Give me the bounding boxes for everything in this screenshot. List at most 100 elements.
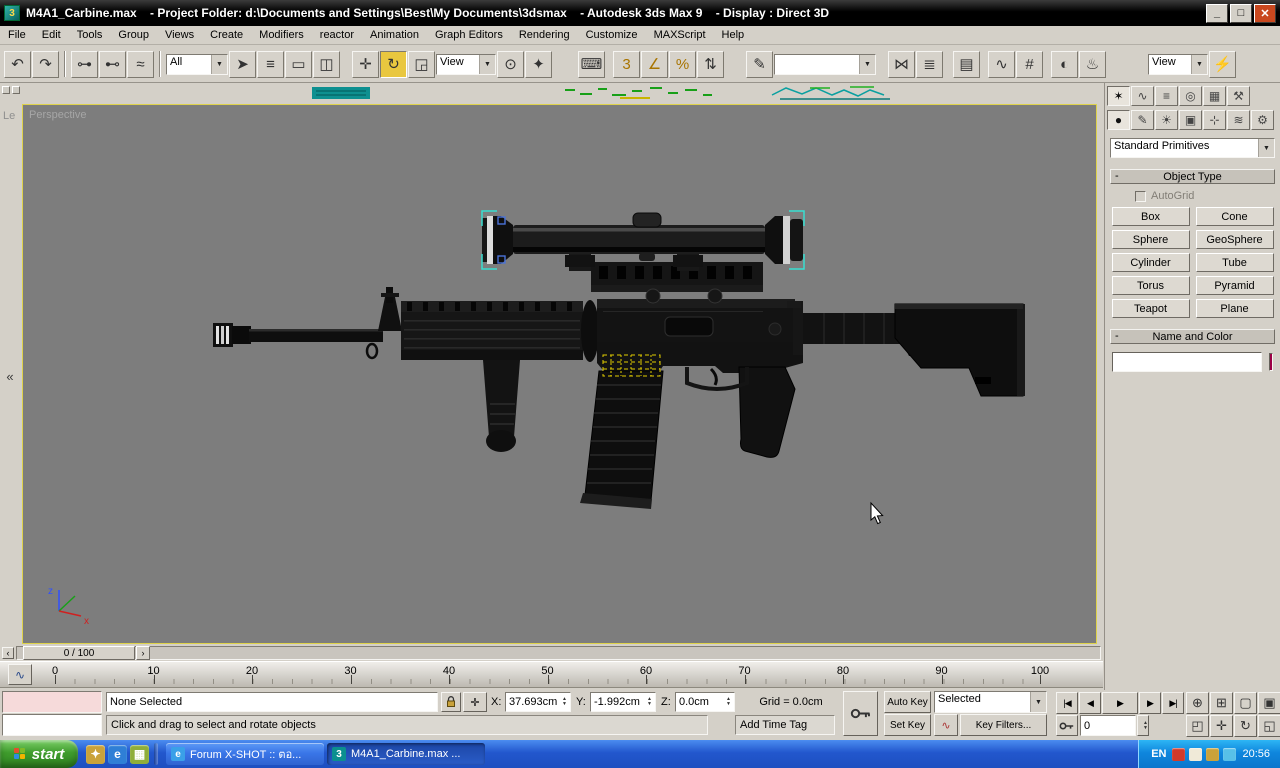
tray-icon-2[interactable]	[1189, 747, 1203, 761]
select-and-move-button[interactable]: ✛	[352, 50, 379, 78]
y-coord-field[interactable]: -1.992cm ▲ ▼	[590, 692, 656, 712]
tray-icon-4[interactable]	[1223, 747, 1237, 761]
name-color-rollout[interactable]: - Name and Color	[1110, 329, 1275, 344]
redo-button[interactable]: ↷	[32, 50, 59, 78]
select-by-name-button[interactable]: ≡	[257, 50, 284, 78]
category-helpers[interactable]: ⊹	[1203, 110, 1226, 130]
object-name-input[interactable]	[1112, 352, 1262, 372]
tab-hierarchy[interactable]: ≡	[1155, 86, 1178, 106]
selection-lock-toggle[interactable]	[441, 692, 461, 712]
object-type-teapot[interactable]: Teapot	[1111, 299, 1190, 318]
chevron-down-icon[interactable]: ▼	[1030, 692, 1046, 712]
tab-display[interactable]: ▦	[1203, 86, 1226, 106]
undo-button[interactable]: ↶	[4, 50, 31, 78]
arc-rotate-button[interactable]: ↻	[1234, 715, 1257, 737]
time-slider-left-arrow[interactable]: ‹	[2, 647, 14, 659]
window-crossing-toggle[interactable]: ◫	[313, 50, 340, 78]
object-type-cylinder[interactable]: Cylinder	[1111, 253, 1190, 272]
material-editor-button[interactable]: ◐	[1051, 50, 1078, 78]
viewport-canvas[interactable]: z x	[23, 105, 1098, 645]
field-of-view-button[interactable]: ◰	[1186, 715, 1209, 737]
rectangular-selection-button[interactable]: ▭	[285, 50, 312, 78]
auto-key-toggle[interactable]: Auto Key	[884, 691, 931, 713]
quick-render-button[interactable]: ⚡	[1209, 50, 1236, 78]
named-selection-dropdown[interactable]: ▼	[774, 53, 876, 75]
align-button[interactable]: ≣	[916, 50, 943, 78]
quick-launch-item-1[interactable]: ✦	[86, 744, 105, 764]
category-geometry[interactable]: ●	[1107, 110, 1130, 130]
render-scene-button[interactable]: ♨	[1079, 50, 1106, 78]
mini-curve-editor-button[interactable]: ∿	[8, 664, 32, 685]
menu-item-views[interactable]: Views	[157, 27, 202, 43]
go-to-start-button[interactable]: |◀	[1056, 692, 1078, 714]
snaps-toggle-3d[interactable]: 3	[613, 50, 640, 78]
viewport-label[interactable]: Perspective	[29, 109, 86, 121]
category-shapes[interactable]: ✎	[1131, 110, 1154, 130]
render-type-dropdown[interactable]: View ▼	[1148, 53, 1208, 75]
close-button[interactable]: ✕	[1254, 3, 1276, 23]
key-mode-toggle-button[interactable]	[1056, 715, 1078, 736]
set-key-toggle[interactable]: Set Key	[884, 714, 931, 736]
menu-item-rendering[interactable]: Rendering	[511, 27, 578, 43]
layer-manager-button[interactable]: ▤	[953, 50, 980, 78]
m4a1-model[interactable]	[213, 212, 1025, 509]
object-type-rollout[interactable]: - Object Type	[1110, 169, 1275, 184]
menu-item-customize[interactable]: Customize	[578, 27, 646, 43]
chevron-down-icon[interactable]: ▼	[1258, 139, 1274, 157]
time-slider-track[interactable]	[16, 646, 1101, 660]
key-filter-curve-toggle[interactable]: ∿	[934, 714, 958, 736]
object-type-plane[interactable]: Plane	[1195, 299, 1274, 318]
time-slider-handle[interactable]: 0 / 100	[23, 646, 135, 660]
menu-item-graph-editors[interactable]: Graph Editors	[427, 27, 511, 43]
select-object-button[interactable]: ➤	[229, 50, 256, 78]
unlink-selection-button[interactable]: ⊷	[99, 50, 126, 78]
menu-item-tools[interactable]: Tools	[69, 27, 111, 43]
spinner-snap-toggle[interactable]: ⇅	[697, 50, 724, 78]
menu-item-group[interactable]: Group	[110, 27, 157, 43]
object-type-geosphere[interactable]: GeoSphere	[1195, 230, 1274, 249]
object-type-box[interactable]: Box	[1111, 207, 1190, 226]
menu-item-modifiers[interactable]: Modifiers	[251, 27, 312, 43]
maxscript-listener-top[interactable]	[2, 691, 102, 713]
next-frame-button[interactable]: ▶	[1139, 692, 1161, 714]
menu-item-file[interactable]: File	[0, 27, 34, 43]
category-lights[interactable]: ☀	[1155, 110, 1178, 130]
tab-utilities[interactable]: ⚒	[1227, 86, 1250, 106]
tab-create[interactable]: ✶	[1107, 86, 1130, 106]
current-frame-field[interactable]: 0	[1080, 715, 1136, 736]
reference-coordinate-dropdown[interactable]: View ▼	[436, 53, 496, 75]
task-forum-xshot[interactable]: e Forum X-SHOT :: ตอ...	[166, 743, 324, 765]
autogrid-checkbox[interactable]	[1135, 190, 1146, 202]
z-coord-field[interactable]: 0.0cm ▲ ▼	[675, 692, 735, 712]
tray-icon-1[interactable]	[1172, 747, 1186, 761]
transform-typein-toggle[interactable]: ✛	[463, 692, 487, 712]
zoom-extents-button[interactable]: ▢	[1234, 692, 1257, 714]
menu-item-create[interactable]: Create	[202, 27, 251, 43]
menu-item-edit[interactable]: Edit	[34, 27, 69, 43]
quick-launch-item-3[interactable]: ▦	[130, 744, 149, 764]
schematic-view-button[interactable]: #	[1016, 50, 1043, 78]
category-cameras[interactable]: ▣	[1179, 110, 1202, 130]
play-button[interactable]: ▶	[1102, 692, 1138, 714]
tray-icon-3[interactable]	[1206, 747, 1220, 761]
minimize-button[interactable]: _	[1206, 3, 1228, 23]
maxscript-listener-bottom[interactable]	[2, 714, 102, 736]
object-type-torus[interactable]: Torus	[1111, 276, 1190, 295]
object-type-pyramid[interactable]: Pyramid	[1195, 276, 1274, 295]
language-indicator[interactable]: EN	[1151, 748, 1166, 760]
task-m4a1-carbine[interactable]: 3 M4A1_Carbine.max ...	[327, 743, 485, 765]
edit-named-selections-button[interactable]: ✎	[746, 50, 773, 78]
object-type-sphere[interactable]: Sphere	[1111, 230, 1190, 249]
y-spinner[interactable]: ▲ ▼	[647, 697, 652, 707]
menu-item-maxscript[interactable]: MAXScript	[646, 27, 714, 43]
set-keys-button[interactable]	[843, 691, 878, 736]
zoom-extents-all-button[interactable]: ▣	[1258, 692, 1280, 714]
x-coord-field[interactable]: 37.693cm ▲ ▼	[505, 692, 571, 712]
quick-launch-internet-explorer[interactable]: e	[108, 744, 127, 764]
time-slider-next-arrow[interactable]: ›	[136, 646, 150, 660]
mirror-button[interactable]: ⋈	[888, 50, 915, 78]
zoom-all-button[interactable]: ⊞	[1210, 692, 1233, 714]
menu-item-help[interactable]: Help	[714, 27, 753, 43]
chevron-down-icon[interactable]: ▼	[1191, 54, 1207, 74]
selection-filter-dropdown[interactable]: All ▼	[166, 53, 228, 75]
